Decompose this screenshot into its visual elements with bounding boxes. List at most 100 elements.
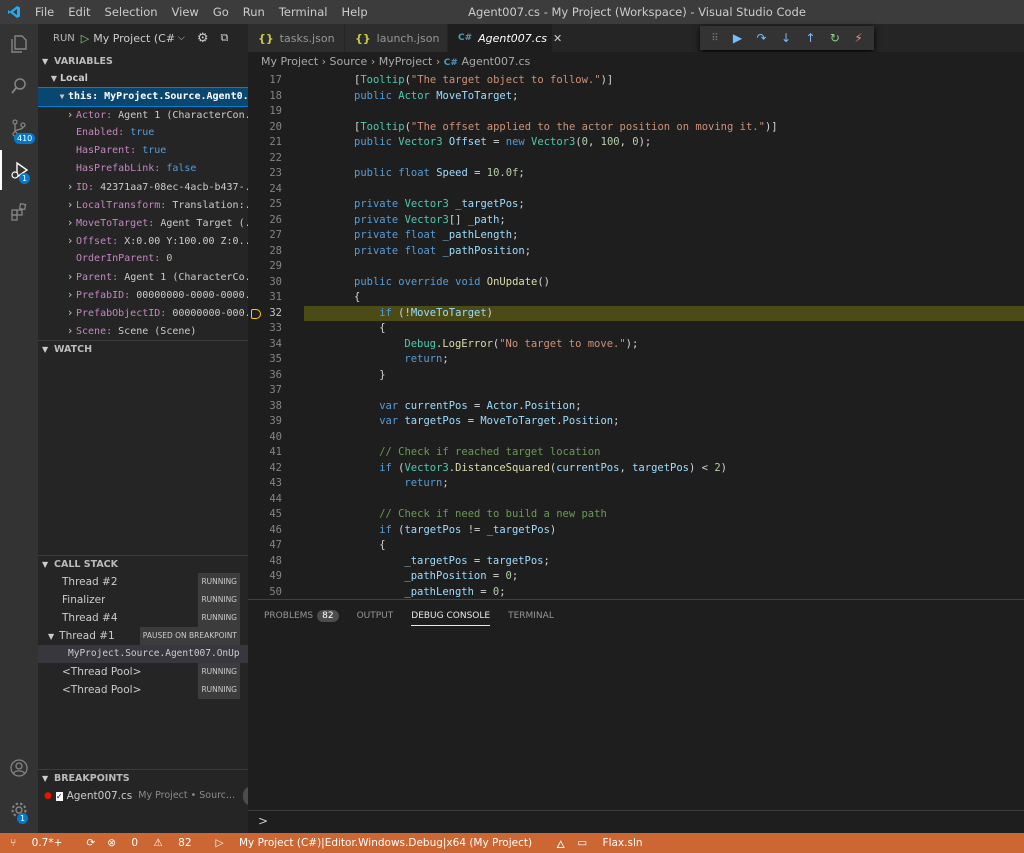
code-line[interactable]: 44 [248, 492, 1024, 508]
solution-status[interactable]: ▭ Flax.sln [577, 837, 654, 849]
open-launch-json-gear-icon[interactable]: ⚙ [197, 31, 209, 46]
callstack-section-header[interactable]: ▼ CALL STACK [38, 555, 248, 573]
launch-config-select[interactable]: My Project (C# [93, 32, 175, 45]
variable-row[interactable]: ›MoveToTarget: Agent Target (... [38, 214, 248, 232]
problems-status[interactable]: ⊗ 0 ⚠ 82 [107, 837, 203, 849]
step-into-icon[interactable]: ↓ [781, 31, 791, 45]
menu-view[interactable]: View [165, 0, 206, 24]
code-line[interactable]: 28 private float _pathPosition; [248, 244, 1024, 260]
code-editor[interactable]: 17 [Tooltip("The target object to follow.… [248, 72, 1024, 599]
current-line[interactable]: 32 if (!MoveToTarget) [248, 305, 1024, 321]
explorer-icon[interactable] [0, 24, 38, 64]
variable-row[interactable]: ›PrefabObjectID: 00000000-000... [38, 304, 248, 322]
code-line[interactable]: 37 [248, 383, 1024, 399]
code-line[interactable]: 21 public Vector3 Offset = new Vector3(0,… [248, 135, 1024, 151]
extensions-icon[interactable] [0, 192, 38, 232]
debug-config-status[interactable]: ▷ My Project (C#)|Editor.Windows.Debug|x… [216, 837, 545, 849]
run-debug-icon[interactable]: 1 [0, 150, 38, 190]
code-line[interactable]: 23 public float Speed = 10.0f; [248, 166, 1024, 182]
local-scope[interactable]: ▼ Local [38, 70, 248, 88]
code-line[interactable]: 38 var currentPos = Actor.Position; [248, 399, 1024, 415]
code-line[interactable]: 35 return; [248, 352, 1024, 368]
variable-row[interactable]: HasPrefabLink: false [38, 160, 248, 178]
code-line[interactable]: 30 public override void OnUpdate() [248, 275, 1024, 291]
variable-row[interactable]: ›PrefabID: 00000000-0000-0000... [38, 286, 248, 304]
code-line[interactable]: 40 [248, 430, 1024, 446]
code-line[interactable]: 29 [248, 259, 1024, 275]
callstack-row[interactable]: <Thread Pool> RUNNING [38, 681, 248, 699]
callstack-row[interactable]: ▼ Thread #1 PAUSED ON BREAKPOINT [38, 627, 248, 645]
disconnect-icon[interactable]: ⚡ [854, 31, 862, 45]
tab-agent007-cs[interactable]: C# Agent007.cs ✕ [448, 24, 562, 52]
tab-tasks-json[interactable]: {} tasks.json [248, 24, 345, 52]
code-line[interactable]: 18 public Actor MoveToTarget; [248, 89, 1024, 105]
variable-row[interactable]: › Offset: X:0.00 Y:100.00 Z:0... [38, 232, 248, 250]
code-line[interactable]: 41 // Check if reached target location [248, 445, 1024, 461]
continue-icon[interactable]: ▶ [733, 31, 742, 45]
code-line[interactable]: 46 if (targetPos != _targetPos) [248, 523, 1024, 539]
source-control-icon[interactable]: 410 [0, 108, 38, 148]
code-line[interactable]: 39 var targetPos = MoveToTarget.Position; [248, 414, 1024, 430]
code-line[interactable]: 27 private float _pathLength; [248, 228, 1024, 244]
branch-status[interactable]: ⑂ 0.7*+ [10, 837, 74, 849]
variable-row[interactable]: ›LocalTransform: Translation:... [38, 196, 248, 214]
code-line[interactable]: 34 Debug.LogError("No target to move."); [248, 337, 1024, 353]
tab-problems[interactable]: PROBLEMS 82 [264, 600, 339, 632]
code-line[interactable]: 17 [Tooltip("The target object to follow.… [248, 73, 1024, 89]
menu-terminal[interactable]: Terminal [272, 0, 335, 24]
tab-launch-json[interactable]: {} launch.json [345, 24, 448, 52]
callstack-row[interactable]: <Thread Pool> RUNNING [38, 663, 248, 681]
variable-row[interactable]: › Scene: Scene (Scene) [38, 322, 248, 340]
code-line[interactable]: 42 if (Vector3.DistanceSquared(currentPos… [248, 461, 1024, 477]
this-variable[interactable]: ▼ this: MyProject.Source.Agent0... [38, 87, 248, 107]
breadcrumb-item[interactable]: Agent007.cs [461, 55, 530, 68]
code-line[interactable]: 50 _pathLength = 0; [248, 585, 1024, 600]
menu-run[interactable]: Run [236, 0, 272, 24]
code-line[interactable]: 45 // Check if need to build a new path [248, 507, 1024, 523]
step-over-icon[interactable]: ↷ [757, 31, 767, 45]
restart-icon[interactable]: ↻ [830, 31, 840, 45]
variable-row[interactable]: Enabled: true [38, 124, 248, 142]
callstack-row[interactable]: Thread #4 RUNNING [38, 609, 248, 627]
breakpoints-section-header[interactable]: ▼ BREAKPOINTS [38, 769, 248, 787]
tab-output[interactable]: OUTPUT [357, 600, 394, 632]
variable-row[interactable]: HasParent: true [38, 142, 248, 160]
breadcrumb-item[interactable]: My Project [261, 55, 318, 68]
variable-row[interactable]: ›Parent: Agent 1 (CharacterCo... [38, 268, 248, 286]
code-line[interactable]: 33 { [248, 321, 1024, 337]
tab-debug-console[interactable]: DEBUG CONSOLE [411, 600, 490, 632]
code-line[interactable]: 24 [248, 182, 1024, 198]
code-line[interactable]: 20 [Tooltip("The offset applied to the ac… [248, 120, 1024, 136]
code-line[interactable]: 26 private Vector3[] _path; [248, 213, 1024, 229]
search-icon[interactable] [0, 66, 38, 106]
manage-gear-icon[interactable]: 1 [0, 790, 38, 830]
code-line[interactable]: 43 return; [248, 476, 1024, 492]
tab-terminal[interactable]: TERMINAL [508, 600, 554, 632]
breadcrumb-item[interactable]: MyProject [379, 55, 433, 68]
drag-handle-icon[interactable]: ⠿ [711, 33, 718, 44]
code-line[interactable]: 19 [248, 104, 1024, 120]
menu-go[interactable]: Go [206, 0, 236, 24]
sync-icon[interactable]: ⟳ [86, 837, 95, 849]
code-line[interactable]: 22 [248, 151, 1024, 167]
variable-row[interactable]: ›Actor: Agent 1 (CharacterCon... [38, 106, 248, 124]
callstack-row[interactable]: MyProject.Source.Agent007.OnUpd [38, 645, 248, 663]
variables-section-header[interactable]: ▼ VARIABLES [38, 52, 248, 70]
breakpoint-checkbox[interactable]: ✓ [55, 791, 63, 801]
chevron-down-icon[interactable]: ⌵ [178, 33, 185, 43]
callstack-row[interactable]: Finalizer RUNNING [38, 591, 248, 609]
variable-row[interactable]: › ID: 42371aa7-08ec-4acb-b437-... [38, 178, 248, 196]
breakpoint-item[interactable]: ● ✓ Agent007.cs My Project • Sourc... 32 [38, 787, 248, 805]
variable-row[interactable]: OrderInParent: 0 [38, 250, 248, 268]
menu-help[interactable]: Help [334, 0, 374, 24]
callstack-row[interactable]: Thread #2 RUNNING [38, 573, 248, 591]
flame-icon[interactable]: 🜂 [556, 832, 565, 853]
step-out-icon[interactable]: ↑ [805, 31, 815, 45]
code-line[interactable]: 47 { [248, 538, 1024, 554]
start-debugging-icon[interactable]: ▷ [81, 32, 89, 45]
menu-selection[interactable]: Selection [98, 0, 165, 24]
close-icon[interactable]: ✕ [553, 32, 562, 45]
code-line[interactable]: 49 _pathPosition = 0; [248, 569, 1024, 585]
code-line[interactable]: 48 _targetPos = targetPos; [248, 554, 1024, 570]
account-icon[interactable] [0, 748, 38, 788]
